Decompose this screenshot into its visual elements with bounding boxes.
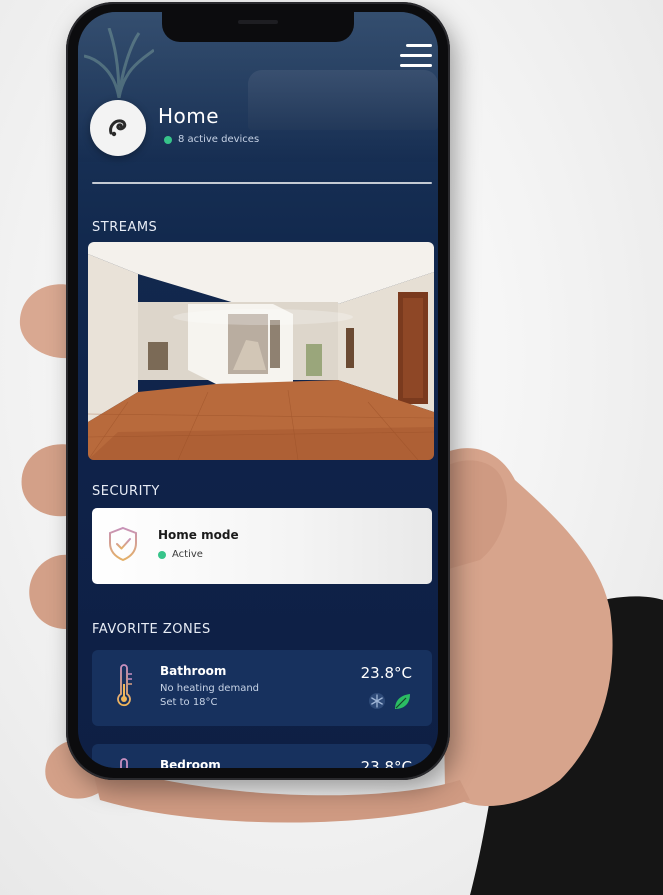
thermometer-icon [117,664,132,707]
chameleon-logo-icon [109,119,127,137]
security-heading: SECURITY [92,484,160,499]
phone-speaker [238,20,278,24]
zone-heating-status: No heating demand [160,683,260,694]
plant-decoration [84,28,154,98]
zone-card-bathroom[interactable]: Bathroom No heating demand Set to 18°C 2… [92,650,432,726]
security-mode-card[interactable]: Home mode Active [92,508,432,584]
favorite-zones-heading: FAVORITE ZONES [92,622,211,637]
zone-name: Bathroom [160,664,227,678]
camera-stream-thumbnail[interactable] [88,242,434,460]
app-screen: Home 8 active devices STREAMS SECURITY H… [78,12,438,768]
header-divider [92,182,432,184]
zone-setpoint: Set to 18°C [160,697,218,708]
avatar[interactable] [90,100,146,156]
snowflake-icon[interactable] [368,692,386,710]
zone-name: Bedroom [160,758,221,768]
streams-heading: STREAMS [92,220,158,235]
zone-card-bedroom[interactable]: Bedroom 23.8°C [92,744,432,768]
security-mode-label: Home mode [158,528,239,542]
thermometer-icon [120,758,128,768]
status-dot [158,550,166,559]
leaf-icon[interactable] [392,692,412,712]
security-status-label: Active [172,549,203,560]
status-dot [164,135,172,144]
hamburger-menu-icon[interactable] [400,44,432,70]
phone-notch [162,12,354,42]
page-title: Home [158,104,220,128]
active-devices-status: 8 active devices [164,134,259,145]
shield-check-icon [109,526,137,562]
zone-temperature: 23.8°C [360,758,412,768]
zone-temperature: 23.8°C [360,664,412,682]
security-status: Active [158,549,203,560]
header-background-sofa [248,70,438,130]
active-devices-label: 8 active devices [178,134,260,145]
